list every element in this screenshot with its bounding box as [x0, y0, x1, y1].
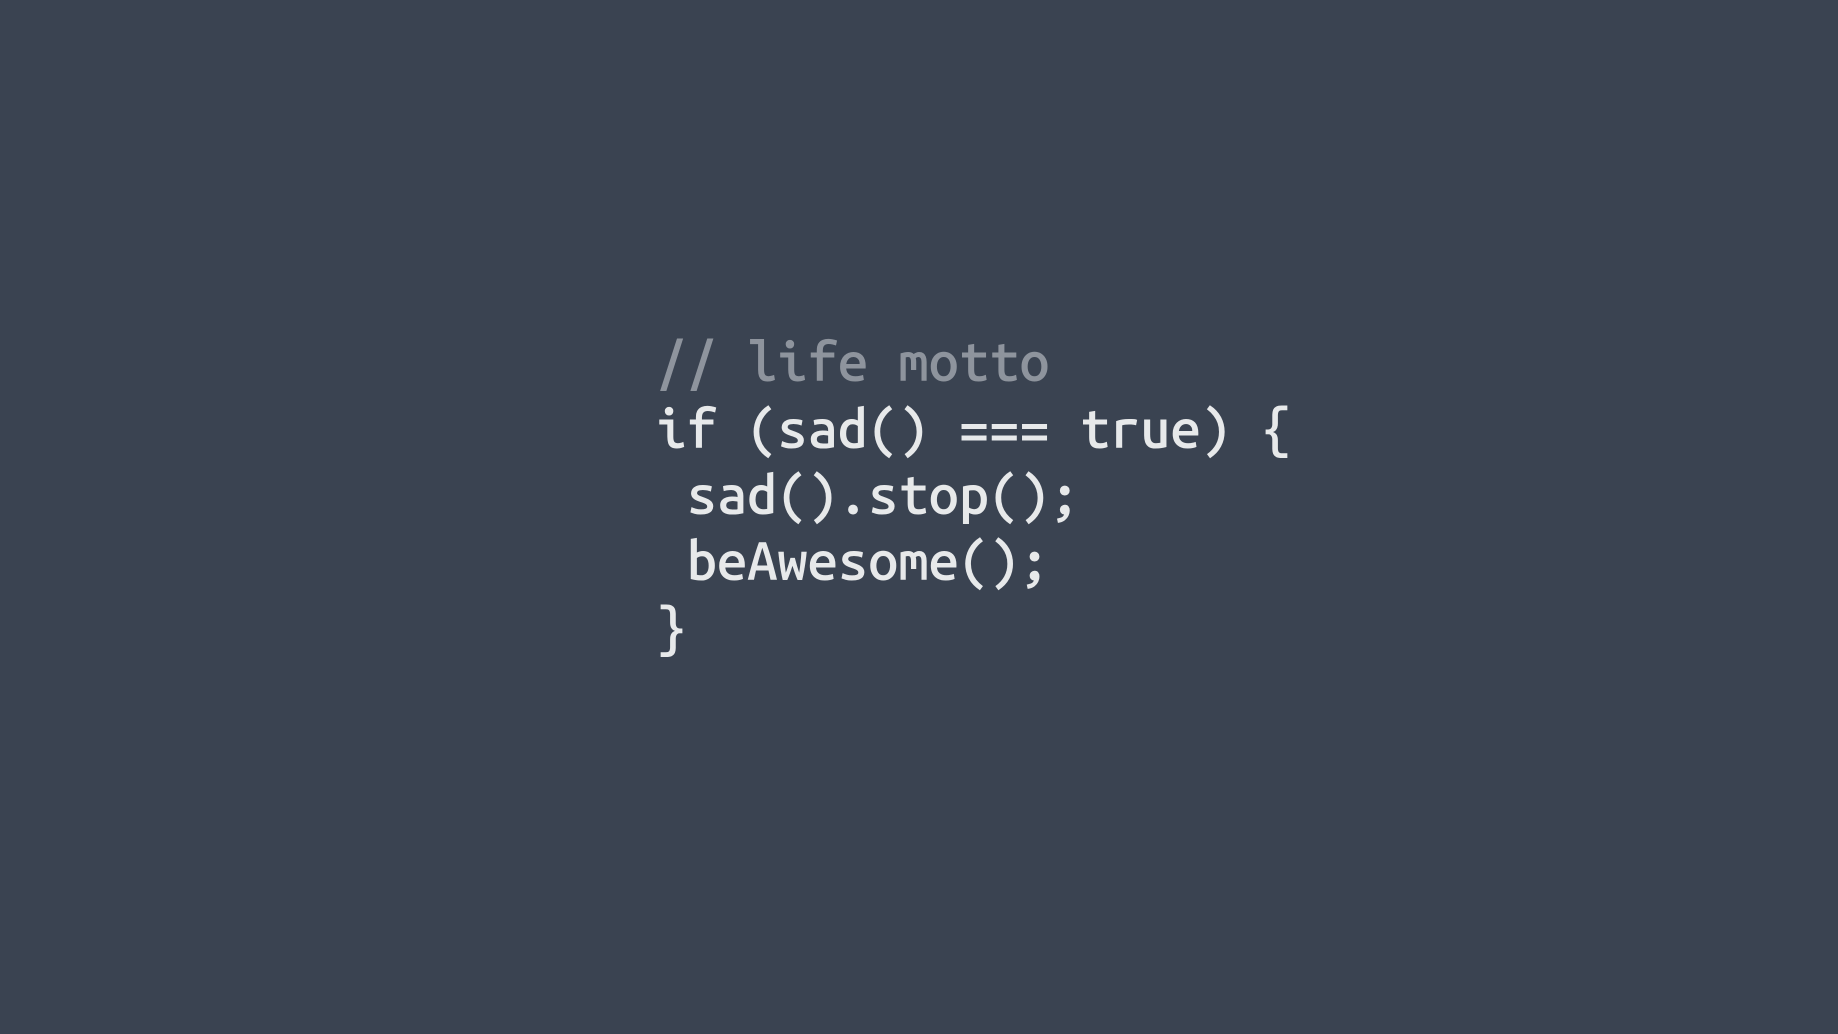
code-snippet: // life motto if (sad() === true) { sad(…: [656, 263, 1291, 661]
code-line-1: if (sad() === true) {: [656, 399, 1291, 459]
code-line-3: beAwesome();: [656, 531, 1049, 591]
code-comment: // life motto: [656, 332, 1049, 392]
code-line-2: sad().stop();: [656, 465, 1079, 525]
code-line-4: }: [656, 598, 686, 658]
